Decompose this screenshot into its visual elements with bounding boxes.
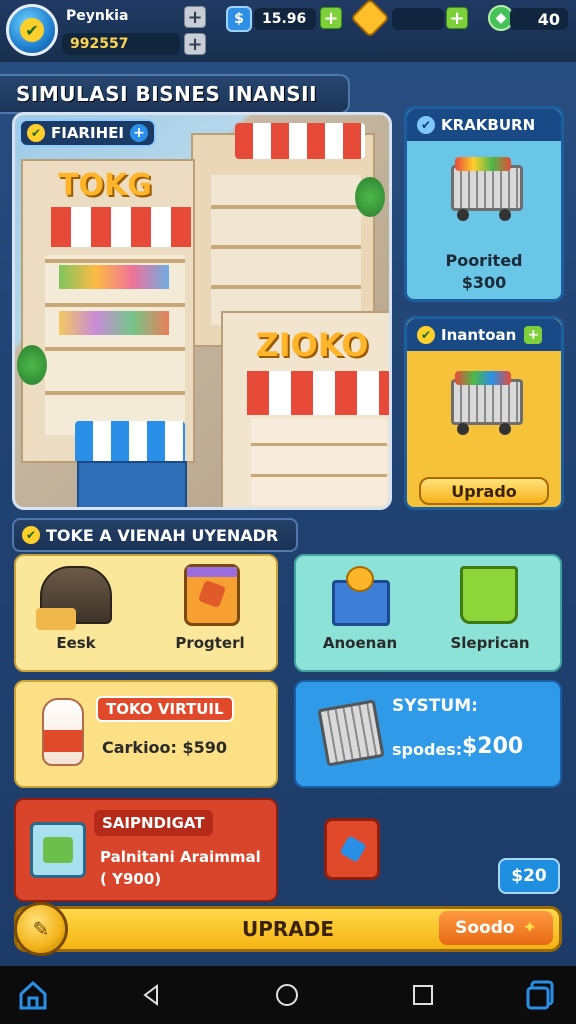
check-icon: ✔ [417, 116, 435, 134]
card-price: $300 [461, 273, 507, 292]
promo-toko-virtual[interactable]: TOKO VIRTUIL Carkioo: $590 [14, 680, 278, 788]
blue-kiosk [77, 461, 187, 507]
card-header: ✔ KRAKBURN [407, 109, 561, 141]
bin-icon[interactable] [460, 566, 518, 624]
card-title: Inantoan [441, 326, 517, 344]
back-shelves [211, 175, 361, 325]
currency-2-value [392, 8, 444, 30]
awning-red-back [235, 123, 365, 159]
plus-icon: + [129, 124, 148, 142]
awning-red-front [247, 371, 389, 415]
player-money: 992557 [62, 33, 180, 55]
section-header: ✔ TOKE A VIENAH UYENADR [12, 518, 298, 552]
home-circle-icon[interactable] [270, 978, 304, 1012]
red-card-title: SAIPNDIGAT [94, 810, 213, 836]
package-icon[interactable] [184, 564, 240, 626]
card-title: KRAKBURN [441, 116, 536, 134]
recents-icon[interactable] [406, 978, 440, 1012]
upgrade-cost-button[interactable]: Soodo ✦ [439, 911, 553, 945]
products-row [59, 265, 169, 289]
store-scene[interactable]: TOKG ZIOKO ✔ FIARIHEI + [12, 112, 392, 510]
awning-blue [75, 421, 185, 461]
promo-title: TOKO VIRTUIL [96, 696, 234, 722]
flower-icon [346, 566, 374, 592]
player-name: Peynkia [66, 8, 129, 24]
upgrade-cost-label: Soodo [455, 918, 515, 938]
apps-icon[interactable] [524, 978, 558, 1012]
shopping-cart-icon [445, 369, 525, 439]
red-card-line-2: ( Y900) [100, 870, 162, 888]
tile-label: Eesk [56, 634, 96, 652]
coin-upgrade-icon[interactable]: ✎ [14, 902, 68, 956]
store-sign-1: TOKG [58, 167, 152, 203]
gift-box-icon[interactable] [324, 818, 380, 880]
upgrade-bar[interactable]: UPRADE Soodo ✦ [14, 906, 562, 952]
card-header: ✔ Inantoan + [407, 319, 561, 351]
add-money-button[interactable]: + [184, 33, 206, 55]
front-shelves [251, 419, 387, 505]
store-sign-2: ZIOKO [255, 326, 369, 364]
card-line-1: Poorited [445, 251, 523, 270]
bottle-icon [42, 698, 84, 766]
scene-tag[interactable]: ✔ FIARIHEI + [19, 119, 156, 147]
tile-label: Anoenan [322, 634, 398, 652]
sparkle-icon: ✦ [522, 918, 537, 938]
add-currency-2-button[interactable]: + [446, 7, 468, 29]
fridge-icon [30, 822, 86, 878]
currency-1-value: 15.96 [254, 8, 316, 30]
plant-icon [355, 177, 385, 217]
small-price-badge[interactable]: $20 [498, 858, 560, 894]
check-icon: ✔ [22, 526, 40, 544]
card-krakburn[interactable]: ✔ KRAKBURN Poorited $300 [404, 106, 564, 302]
upgrade-button[interactable]: Uprado [419, 477, 549, 505]
add-name-button[interactable]: + [184, 6, 206, 28]
add-currency-1-button[interactable]: + [320, 7, 342, 29]
check-icon: ✔ [417, 326, 435, 344]
coin-icon: $ [226, 6, 252, 32]
promo-line: Carkioo: $590 [102, 738, 228, 757]
promo-system[interactable]: SYSTUM: spodes: $200 [294, 680, 562, 788]
cart-icon [317, 699, 385, 767]
tile-label: Sleprican [450, 634, 530, 652]
check-icon: ✔ [27, 124, 45, 142]
mailbox-flap [36, 608, 76, 630]
card-inantoan[interactable]: ✔ Inantoan + Uprado [404, 316, 564, 510]
shopping-cart-icon [445, 155, 525, 225]
home-icon[interactable] [16, 978, 50, 1012]
red-card-line-1: Palnitani Araimmal [100, 848, 261, 866]
awning-red-left [51, 207, 191, 247]
promo-label: spodes: [392, 740, 463, 759]
promo-title: SYSTUM: [392, 696, 478, 716]
promo-value: $200 [462, 734, 524, 759]
page-title: SIMULASI BISNES INANSII [0, 74, 350, 114]
plus-icon: + [524, 326, 543, 344]
player-avatar[interactable]: ✔ [6, 4, 58, 56]
back-icon[interactable] [134, 978, 168, 1012]
section-title: TOKE A VIENAH UYENADR [46, 525, 279, 545]
scene-tag-label: FIARIHEI [51, 124, 124, 142]
tile-label: Progterl [175, 634, 245, 652]
products-row [59, 311, 169, 335]
check-icon: ✔ [20, 18, 44, 42]
card-saipndigat[interactable]: SAIPNDIGAT Palnitani Araimmal ( Y900) [14, 798, 278, 902]
gems-value: 40 [510, 8, 568, 30]
plant-icon [17, 345, 47, 385]
